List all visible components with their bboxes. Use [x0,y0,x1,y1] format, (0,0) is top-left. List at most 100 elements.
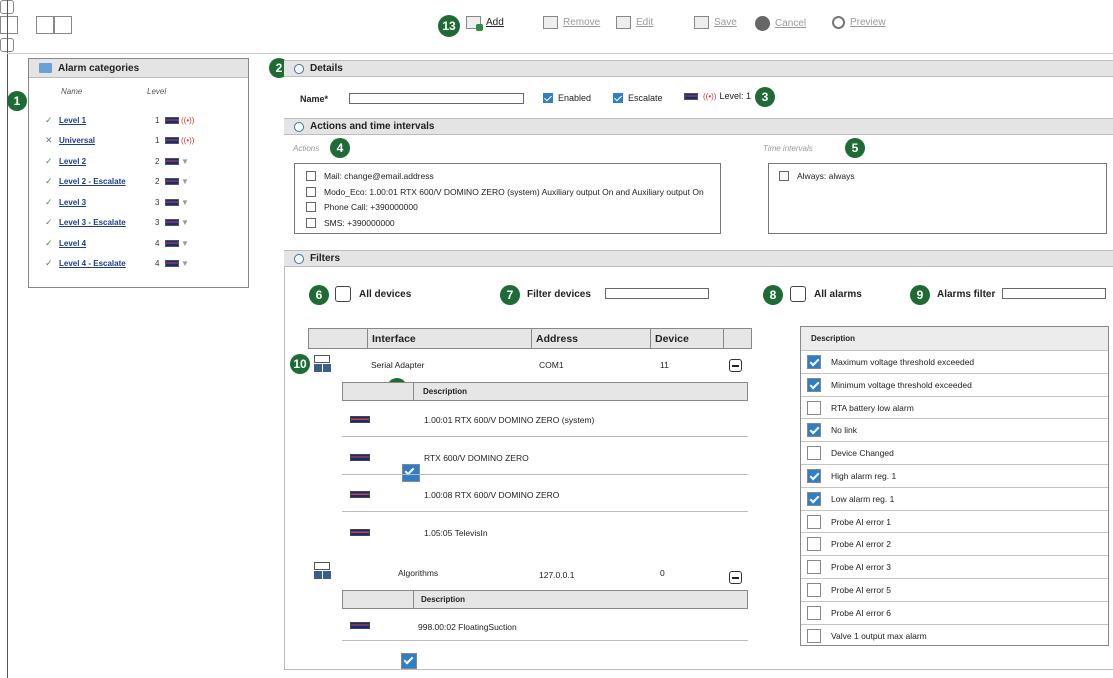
filter-devices-label: Filter devices [527,289,591,300]
category-name[interactable]: Level 4 [59,239,155,248]
save-button[interactable]: Save [694,16,737,29]
alarm-checkbox[interactable] [807,469,821,483]
collapse-button[interactable] [729,571,742,584]
level-text: Level: 1 [719,91,751,101]
column-name-header: Name [61,87,83,96]
alarm-row[interactable]: RTA battery low alarm [801,395,1108,419]
filters-icon [294,253,304,264]
category-name[interactable]: Level 4 - Escalate [59,259,155,268]
category-name[interactable]: Universal [59,136,155,145]
name-input[interactable] [349,93,524,104]
action-checkbox[interactable] [306,186,316,197]
alarm-checkbox[interactable] [807,583,821,597]
alarm-checkbox[interactable] [807,491,821,506]
action-item[interactable]: SMS: +390000000 [306,217,395,228]
category-name[interactable]: Level 3 [59,198,155,207]
filter-devices-input[interactable] [605,288,709,299]
all-alarms-toggle[interactable]: All alarms [790,286,862,302]
check-icon: ✓ [45,155,53,166]
add-icon [466,16,483,31]
alarm-checkbox[interactable] [807,355,821,369]
device-checkbox[interactable] [0,16,18,34]
action-label: Phone Call: +390000000 [324,202,418,212]
category-row[interactable]: ✓ Level 2 2 ▼ [45,155,245,167]
remove-icon [543,16,558,29]
all-devices-checkbox[interactable] [335,286,351,302]
interface-address: 127.0.0.1 [539,570,575,580]
preview-button[interactable]: Preview [832,16,886,29]
alarm-row[interactable]: Probe AI error 3 [801,555,1108,578]
time-interval-checkbox[interactable] [779,171,789,181]
alarm-row[interactable]: Probe AI error 2 [801,532,1108,555]
device-checkbox[interactable] [400,653,417,669]
category-row[interactable]: ✓ Level 3 - Escalate 3 ▼ [45,217,245,229]
alarm-checkbox[interactable] [807,560,821,575]
device-icon [350,491,370,498]
callout-13: 13 [438,15,460,37]
enabled-check[interactable] [543,93,553,103]
escalate-check[interactable] [613,93,623,103]
device-checkbox[interactable] [402,463,420,482]
alarm-checkbox[interactable] [807,537,821,552]
interface-icon [314,355,334,373]
alarm-label: Device Changed [831,448,894,459]
all-devices-toggle[interactable]: All devices [335,286,411,302]
alarm-label: Probe AI error 3 [831,562,892,573]
alarms-filter-input[interactable] [1002,288,1106,299]
category-row[interactable]: ✓ Level 3 3 ▼ [45,196,245,208]
alarm-checkbox[interactable] [807,514,821,529]
category-name[interactable]: Level 2 [59,157,155,166]
alarm-row[interactable]: Probe AI error 5 [801,578,1108,601]
subgrid-header-divider [413,590,414,609]
action-checkbox[interactable] [306,217,316,228]
signal-icon: ▼ [181,177,189,186]
alarm-row[interactable]: Maximum voltage threshold exceeded [801,350,1108,373]
alarm-checkbox[interactable] [807,446,821,461]
device-checkbox[interactable] [36,16,54,34]
add-button[interactable]: Add [466,16,504,31]
category-row[interactable]: ✓ Level 4 4 ▼ [45,237,245,249]
alarm-row[interactable]: Probe AI error 6 [801,600,1108,624]
device-icon [350,528,370,536]
alarm-row[interactable]: No link [801,418,1108,441]
category-row[interactable]: ✓ Level 2 - Escalate 2 ▼ [45,176,245,188]
alarm-row[interactable]: High alarm reg. 1 [801,464,1108,487]
alarm-checkbox[interactable] [807,400,821,415]
action-item[interactable]: Phone Call: +390000000 [306,202,418,212]
remove-button[interactable]: Remove [543,16,600,29]
action-item[interactable]: Mail: change@email.address [306,171,434,181]
grid-header-action [723,328,752,349]
category-row[interactable]: ✕ Universal 1 ((•)) [45,135,245,147]
alarm-row[interactable]: Device Changed [801,441,1108,464]
category-row[interactable]: ✓ Level 4 - Escalate 4 ▼ [45,258,245,270]
alarm-checkbox[interactable] [807,423,821,438]
cancel-button[interactable]: Cancel [755,16,806,31]
alarm-checkbox[interactable] [807,377,821,392]
interface-name: Serial Adapter [371,360,425,370]
action-item[interactable]: Modo_Eco: 1.00:01 RTX 600/V DOMINO ZERO … [306,186,704,197]
action-checkbox[interactable] [306,202,316,212]
device-flag-icon [165,137,179,144]
category-name[interactable]: Level 1 [59,116,155,125]
alarm-label: Minimum voltage threshold exceeded [831,379,972,390]
alarm-checkbox[interactable] [807,605,821,620]
alarm-row[interactable]: Valve 1 output max alarm [801,623,1108,647]
category-name[interactable]: Level 3 - Escalate [59,218,155,227]
alarm-row[interactable]: Low alarm reg. 1 [801,486,1108,510]
enabled-checkbox[interactable]: Enabled [543,93,591,103]
device-checkbox[interactable] [54,16,72,34]
collapse-button[interactable] [729,359,742,372]
action-checkbox[interactable] [306,171,316,181]
alarm-label: Probe AI error 5 [831,585,892,595]
category-row[interactable]: ✓ Level 1 1 ((•)) [45,114,245,126]
alarm-row[interactable]: Minimum voltage threshold exceeded [801,372,1108,396]
time-interval-item[interactable]: Always: always [779,171,855,181]
callout-3: 3 [755,87,775,107]
edit-button[interactable]: Edit [616,16,653,29]
category-name[interactable]: Level 2 - Escalate [59,177,155,186]
alarm-row[interactable]: Probe AI error 1 [801,509,1108,533]
all-alarms-checkbox[interactable] [790,286,806,302]
escalate-checkbox[interactable]: Escalate [613,93,663,103]
alarm-checkbox[interactable] [807,628,821,643]
subgrid-header-description: Description [342,590,748,609]
